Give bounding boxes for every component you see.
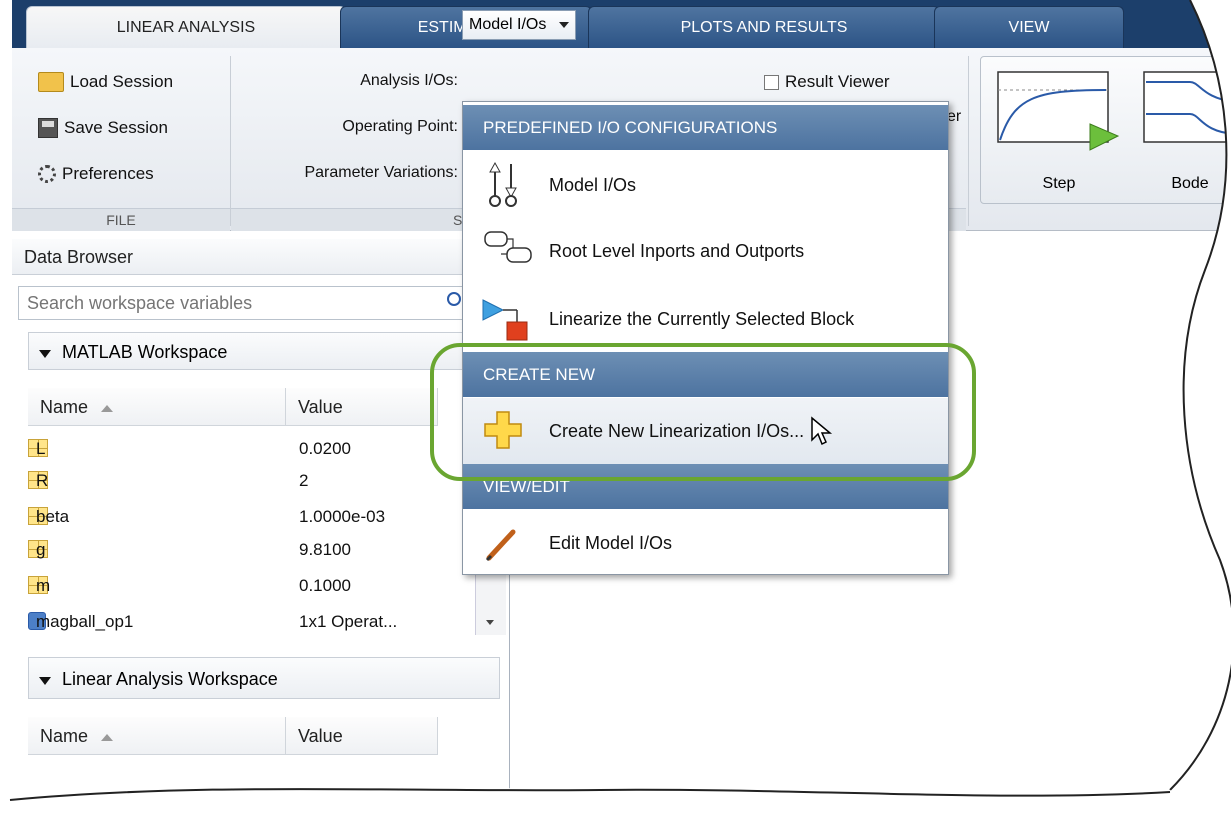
save-session-label: Save Session [64,118,168,137]
analysis-ios-value: Model I/Os [469,16,547,33]
name-column-header[interactable]: Name [28,388,286,426]
name-column-label: Name [40,397,89,417]
tab-view[interactable]: VIEW [934,6,1124,48]
analysis-ios-label: Analysis I/Os: [360,72,458,89]
variable-value: 0.1000 [299,576,351,595]
save-session-button[interactable]: Save Session [38,118,168,138]
table-row[interactable]: g 9.8100 [20,538,460,561]
preferences-button[interactable]: Preferences [38,164,154,184]
checkbox-icon [764,74,779,90]
setup-section-label-text: S [453,212,463,228]
torn-edge-bottom [0,787,1231,826]
folder-icon [38,72,64,92]
linearize-block-label: Linearize the Currently Selected Block [549,308,855,329]
tab-linear-analysis[interactable]: LINEAR ANALYSIS [26,6,346,48]
analysis-ios-dropdown[interactable]: Model I/Os [462,10,576,40]
analysis-ios-menu: PREDEFINED I/O CONFIGURATIONS Model I/Os… [462,101,949,575]
variable-name: L [36,439,46,458]
root-level-label: Root Level Inports and Outports [549,240,805,261]
menu-item-edit-model-ios[interactable]: Edit Model I/Os [463,510,948,576]
tab-plots-and-results[interactable]: PLOTS AND RESULTS [588,6,940,48]
search-icon[interactable] [447,292,461,306]
matlab-workspace-title: MATLAB Workspace [62,342,228,362]
table-row[interactable]: L 0.0200 [20,437,460,460]
linear-analysis-workspace-header[interactable]: Linear Analysis Workspace [28,657,500,699]
model-ios-label: Model I/Os [549,174,637,195]
sort-ascending-icon [101,404,114,412]
menu-section-predefined: PREDEFINED I/O CONFIGURATIONS [463,105,948,150]
menu-item-root-level[interactable]: Root Level Inports and Outports [463,218,948,284]
menu-item-model-ios[interactable]: Model I/Os [463,152,948,218]
collapse-triangle-icon [39,350,51,358]
edit-model-ios-label: Edit Model I/Os [549,532,673,553]
inport-outport-icon [477,226,537,276]
ribbon-divider [230,56,231,226]
step-response-icon [997,71,1120,151]
torn-edge-right [1169,0,1231,826]
variable-value: 2 [299,471,309,490]
variable-name: magball_op1 [36,612,134,631]
table-row[interactable]: m 0.1000 [20,574,460,597]
floppy-disk-icon [38,118,58,138]
file-section-label: FILE [12,208,230,231]
load-session-button[interactable]: Load Session [38,72,173,92]
table-row[interactable]: R 2 [20,469,460,492]
variable-name: R [36,471,49,490]
partial-label: er [947,108,962,125]
ribbon-divider [968,56,969,226]
variable-value: 9.8100 [299,540,351,559]
table-row[interactable]: magball_op1 1x1 Operat... [20,610,460,633]
variable-name: beta [36,507,70,526]
step-plot-button[interactable]: Step [994,68,1124,194]
preferences-label: Preferences [62,164,154,183]
chevron-down-icon [559,22,569,28]
step-label: Step [1042,175,1076,192]
model-io-icon [477,160,537,210]
data-browser-title: Data Browser [12,239,509,275]
scroll-down-arrow-icon[interactable] [486,620,494,625]
parameter-variations-label: Parameter Variations: [304,164,458,181]
ribbon-tab-bar: LINEAR ANALYSIS ESTIMATION PLOTS AND RES… [12,0,1231,48]
variable-value: 0.0200 [299,439,351,458]
collapse-triangle-icon [39,677,51,685]
load-session-label: Load Session [70,72,174,91]
result-viewer-checkbox[interactable]: Result Viewer [764,72,890,92]
sort-ascending-icon [101,733,114,741]
value-column-header[interactable]: Value [286,388,438,426]
pencil-icon [477,518,537,568]
variable-value: 1.0000e-03 [299,507,386,526]
selected-block-icon [477,294,537,344]
table-row[interactable]: beta 1.0000e-03 [20,505,460,528]
variable-name: g [36,540,46,559]
highlight-annotation [430,343,976,481]
name-column-label: Name [40,726,89,746]
matlab-workspace-header[interactable]: MATLAB Workspace [28,332,500,370]
name-column-header[interactable]: Name [28,717,286,755]
variable-value: 1x1 Operat... [299,612,398,631]
value-column-header[interactable]: Value [286,717,438,755]
variable-name: m [36,576,51,595]
workspace-search-input[interactable] [18,286,473,320]
result-viewer-label: Result Viewer [785,72,890,91]
operating-point-label: Operating Point: [342,118,458,135]
linear-analysis-workspace-title: Linear Analysis Workspace [62,669,278,689]
gear-icon [38,165,56,183]
